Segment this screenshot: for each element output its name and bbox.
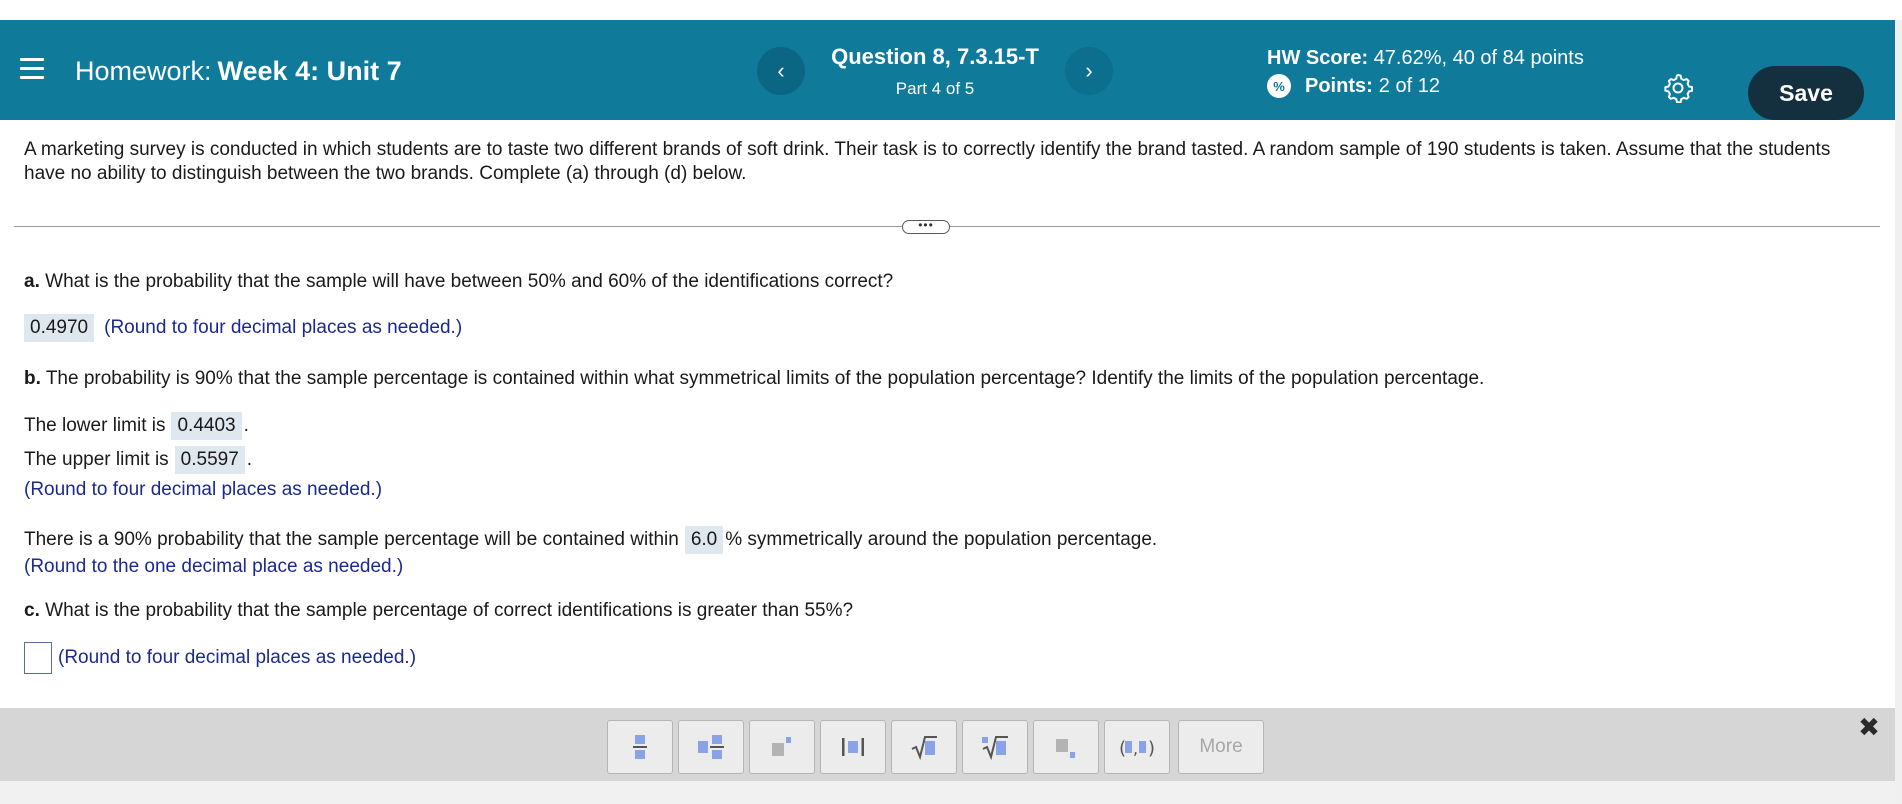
top-margin [0,0,1902,20]
svg-text:): ) [1148,738,1155,759]
subscript-button[interactable] [1033,720,1099,774]
more-button[interactable]: More [1178,720,1264,774]
fraction-icon [633,735,647,759]
part-c-letter: c. [24,600,40,621]
hw-score-label: HW Score: [1267,47,1369,69]
hw-score: HW Score: 47.62%, 40 of 84 points [1267,47,1584,70]
part-a-hint: (Round to four decimal places as needed.… [104,317,463,338]
points-label: Points: [1305,74,1373,97]
square-root-icon [911,736,937,761]
mixed-number-button[interactable] [678,720,744,774]
lower-limit-row: The lower limit is 0.4403 . [24,412,249,440]
within-suffix: % symmetrically around the population pe… [725,529,1158,550]
part-a-question: a. What is the probability that the samp… [24,271,893,293]
part-b-question: b. The probability is 90% that the sampl… [24,368,1484,390]
expand-toggle-button[interactable]: ••• [902,219,950,234]
part-c-hint: (Round to four decimal places as needed.… [58,647,417,668]
header-bar: Homework: Week 4: Unit 7 ‹ Question 8, 7.… [0,20,1895,120]
close-icon[interactable]: ✖ [1858,714,1880,740]
part-c-answer-input[interactable] [24,642,52,674]
upper-limit-label: The upper limit is [24,449,169,470]
within-prefix: There is a 90% probability that the samp… [24,529,679,550]
part-c-answer-row: (Round to four decimal places as needed.… [24,642,416,674]
svg-text:,: , [1133,739,1138,758]
ordered-pair-button[interactable]: ( , ) [1104,720,1170,774]
app-window: Homework: Week 4: Unit 7 ‹ Question 8, 7.… [0,0,1902,804]
chevron-right-icon: › [1085,58,1093,83]
part-b-letter: b. [24,368,41,389]
subscript-icon [1056,739,1075,758]
within-answer[interactable]: 6.0 [684,526,724,554]
gear-icon[interactable] [1663,73,1693,103]
absolute-value-button[interactable] [820,720,886,774]
exponent-icon [772,737,791,756]
upper-limit-period: . [246,449,253,470]
lower-limit-period: . [243,415,249,436]
ordered-pair-icon: ( , ) [1119,738,1155,759]
part-a-letter: a. [24,271,40,292]
absolute-value-icon [842,738,864,756]
nth-root-icon [982,736,1008,761]
square-root-button[interactable] [891,720,957,774]
points: % Points: 2 of 12 [1267,74,1440,98]
save-button[interactable]: Save [1748,66,1864,120]
hamburger-menu-icon[interactable] [20,58,44,80]
lower-limit-label: The lower limit is [24,415,166,436]
part-a-answer[interactable]: 0.4970 [24,314,95,342]
nth-root-button[interactable] [962,720,1028,774]
upper-limit-answer[interactable]: 0.5597 [174,446,245,474]
percent-badge-icon: % [1267,74,1291,98]
part-b-text: The probability is 90% that the sample p… [40,368,1485,389]
hw-score-value: 47.62%, 40 of 84 points [1373,47,1584,69]
exponent-button[interactable] [749,720,815,774]
mixed-number-icon [698,735,724,759]
upper-limit-row: The upper limit is 0.5597 . [24,446,252,474]
part-c-text: What is the probability that the sample … [39,600,854,621]
previous-question-button[interactable]: ‹ [757,47,805,95]
bottom-strip [0,781,1895,804]
homework-title: Homework: Week 4: Unit 7 [75,56,402,87]
limits-hint: (Round to four decimal places as needed.… [24,479,383,500]
question-part: Part 4 of 5 [895,79,975,98]
next-question-button[interactable]: › [1065,47,1113,95]
question-info: Question 8, 7.3.15-T Part 4 of 5 [800,44,1070,99]
chevron-left-icon: ‹ [777,58,785,83]
part-a-answer-row: 0.4970 (Round to four decimal places as … [24,314,462,342]
part-c-question: c. What is the probability that the samp… [24,600,853,622]
within-hint: (Round to the one decimal place as neede… [24,556,404,577]
question-title: Question 8, 7.3.15-T [831,44,1039,69]
svg-text:(: ( [1119,738,1126,759]
window-edge [1895,20,1902,804]
problem-intro: A marketing survey is conducted in which… [24,139,1831,184]
fraction-button[interactable] [607,720,673,774]
within-row: There is a 90% probability that the samp… [24,526,1157,554]
points-value: 2 of 12 [1378,74,1440,97]
homework-prefix: Homework: [75,56,212,86]
homework-name: Week 4: Unit 7 [217,56,402,86]
lower-limit-answer[interactable]: 0.4403 [171,412,242,440]
part-a-text: What is the probability that the sample … [39,271,894,292]
